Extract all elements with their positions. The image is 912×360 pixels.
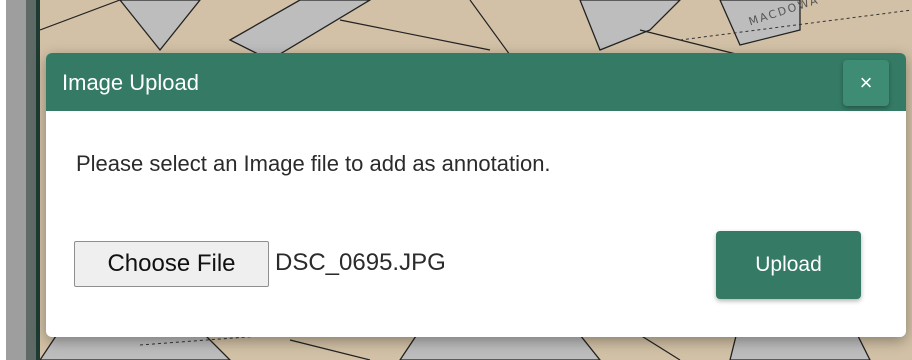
- choose-file-button[interactable]: Choose File: [74, 241, 269, 287]
- dialog-header: Image Upload ×: [46, 53, 906, 111]
- image-upload-dialog: Image Upload × Please select an Image fi…: [46, 53, 906, 337]
- map-parcel: [579, 0, 681, 51]
- app-sidebar: [0, 0, 40, 360]
- dialog-title: Image Upload: [62, 70, 199, 95]
- close-button[interactable]: ×: [843, 60, 889, 106]
- close-icon: ×: [859, 70, 873, 95]
- dialog-message: Please select an Image file to add as an…: [76, 151, 551, 176]
- map-parcel: [119, 0, 201, 52]
- map-parcel: [228, 0, 372, 61]
- selected-file-name: DSC_0695.JPG: [275, 249, 446, 276]
- upload-button[interactable]: Upload: [716, 231, 861, 299]
